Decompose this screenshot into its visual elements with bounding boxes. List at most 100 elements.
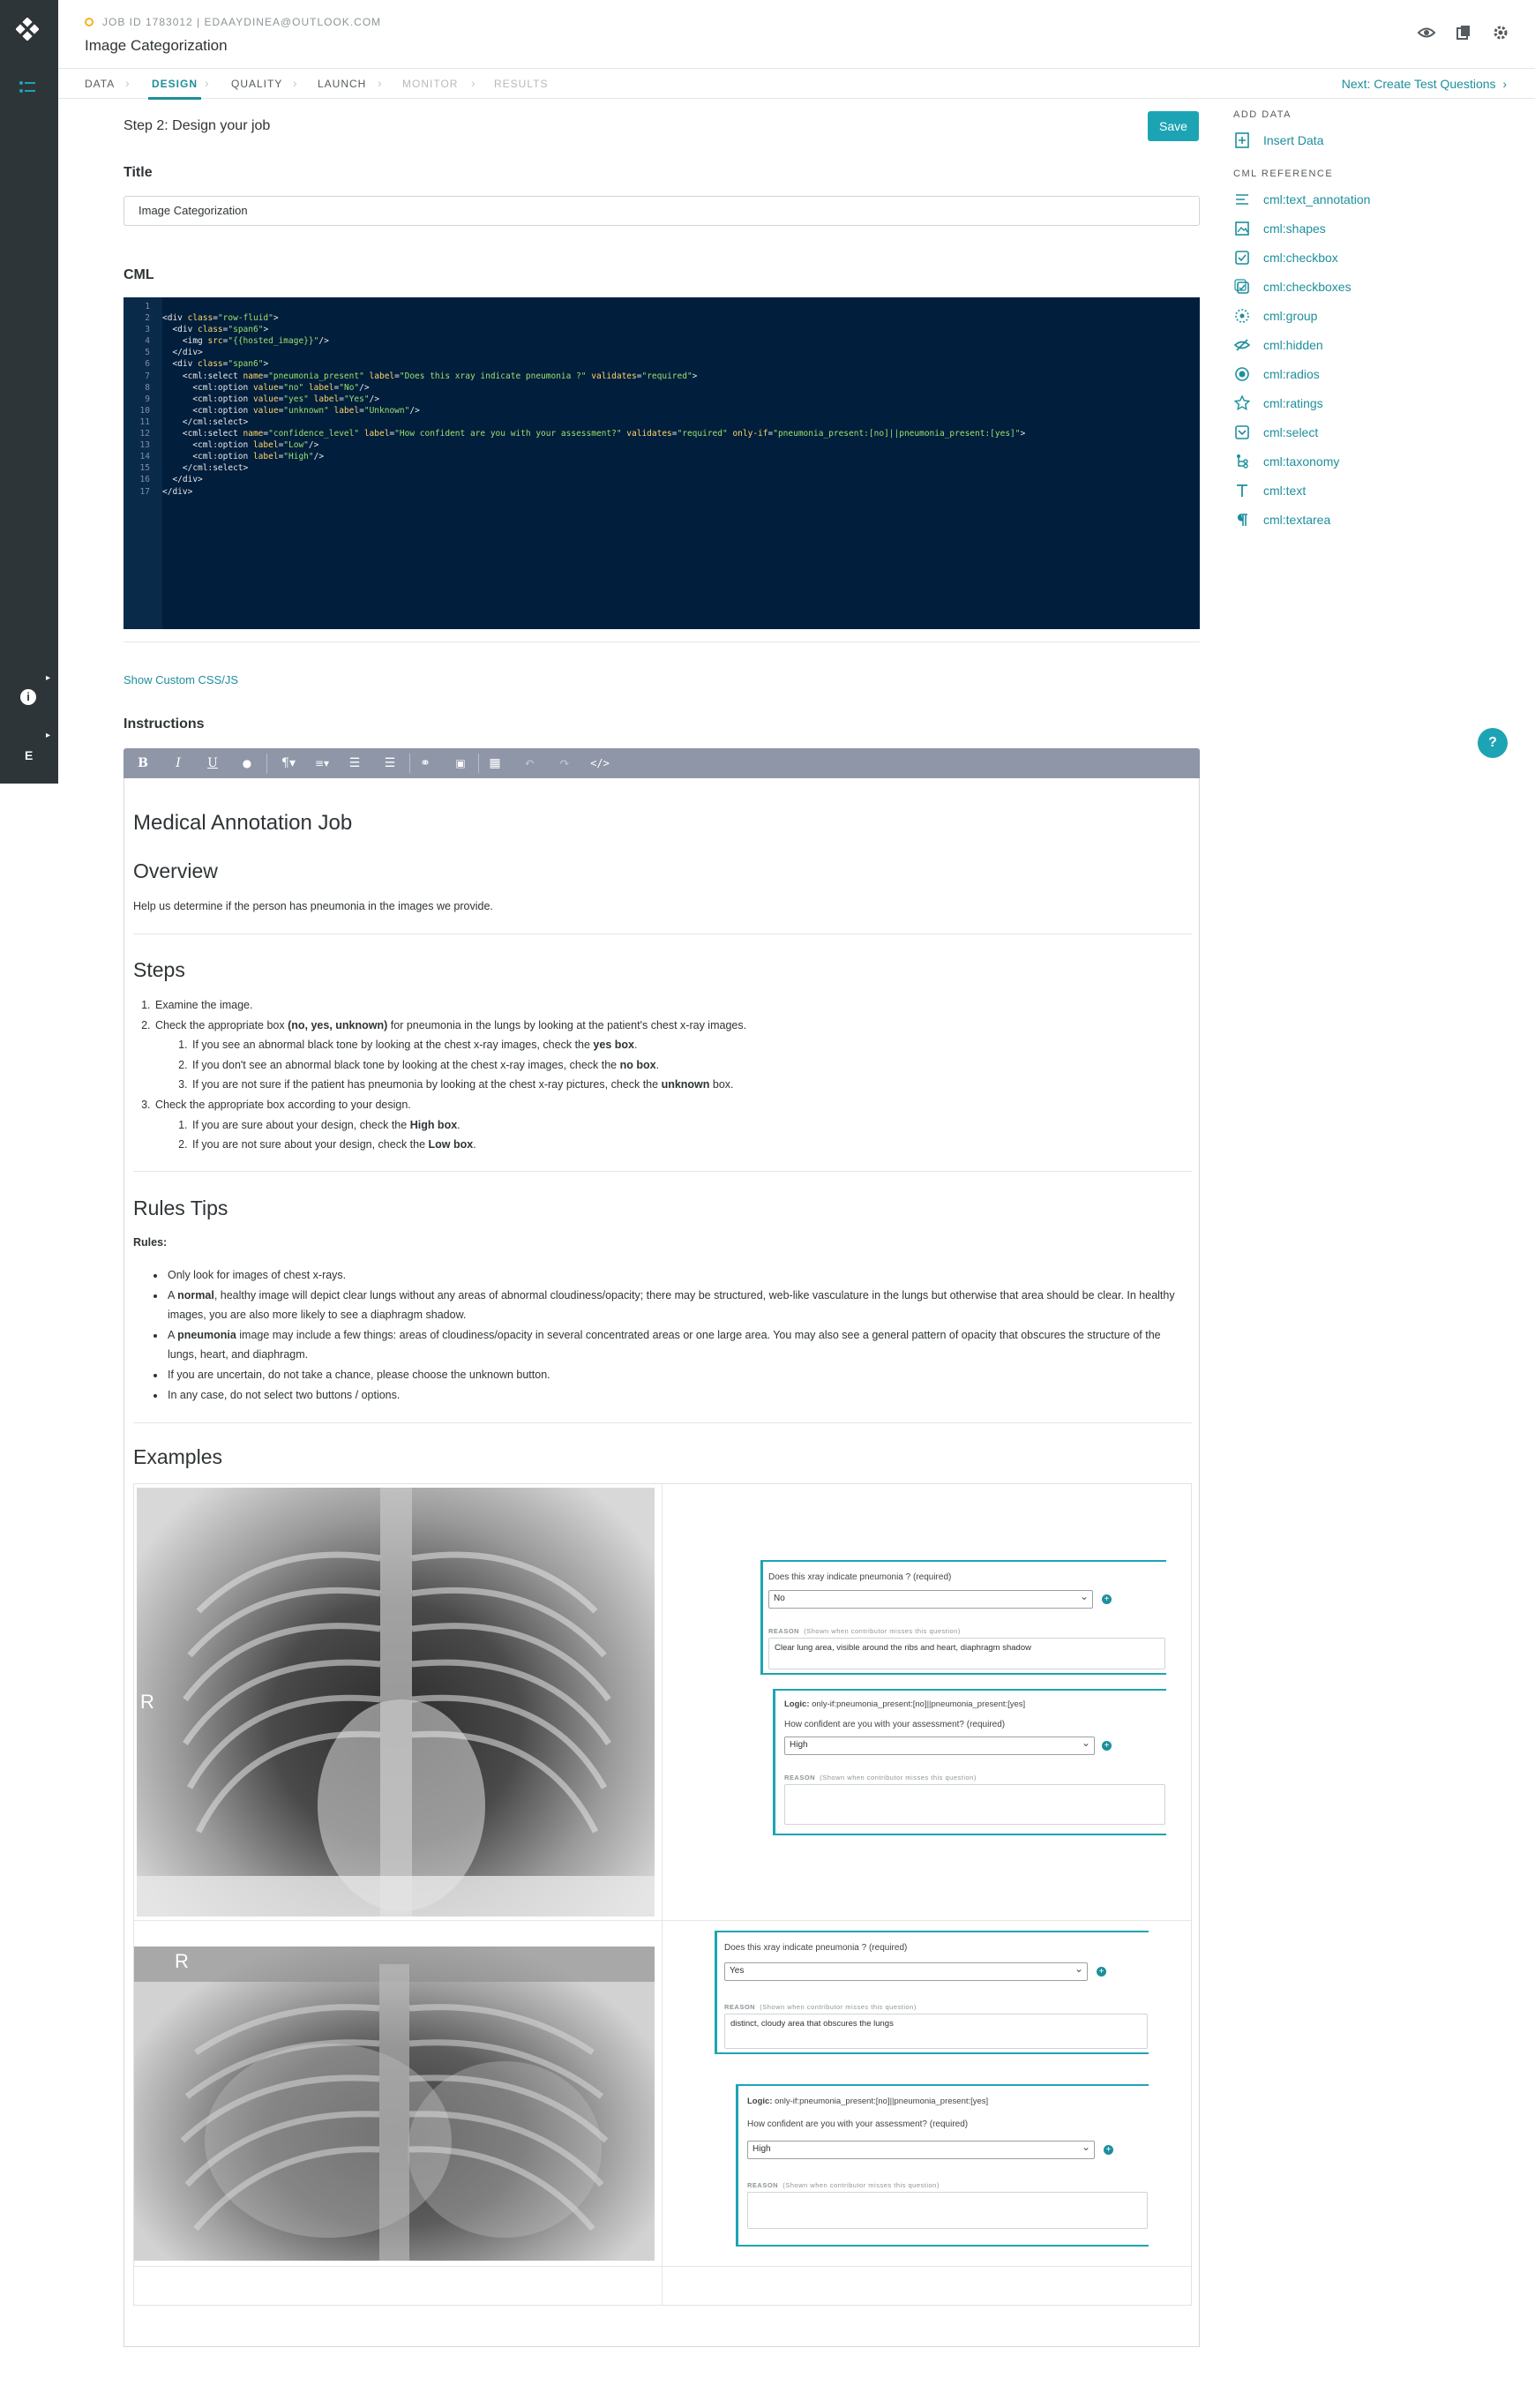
reason-textarea[interactable]: Clear lung area, visible around the ribs… [768,1638,1165,1669]
save-button[interactable]: Save [1148,111,1199,141]
code-line[interactable]: 2 <div class="row-fluid"> [124,312,1025,324]
reason-hint: (Shown when contributor misses this ques… [820,1774,977,1782]
code-line[interactable]: 14 <cml:option label="High"/> [124,451,1025,462]
code-line[interactable]: 10 <cml:option value="unknown" label="Un… [124,405,1025,416]
job-title-input[interactable]: Image Categorization [124,196,1200,226]
show-custom-css-link[interactable]: Show Custom CSS/JS [124,673,238,686]
workflow-tabs: DATA › DESIGN › QUALITY › LAUNCH › MONIT… [58,69,1535,100]
tab-design[interactable]: DESIGN [147,78,202,100]
cml-reference-item[interactable]: cml:textarea [1233,505,1516,534]
cml-reference-item[interactable]: cml:text [1233,476,1516,505]
cml-reference-label: cml:shapes [1263,221,1326,236]
text-icon [1233,482,1251,499]
add-plus-icon[interactable]: + [1097,1967,1106,1977]
cml-reference-label: cml:taxonomy [1263,454,1340,469]
add-plus-icon[interactable]: + [1102,1594,1112,1604]
code-line[interactable]: 3 <div class="span6"> [124,324,1025,335]
user-initial[interactable]: E [25,748,33,762]
cml-code-editor[interactable]: 1 2 <div class="row-fluid"> 3 <div class="s… [124,297,1200,629]
bold-icon[interactable]: B [134,748,152,778]
select-icon [1233,424,1251,441]
cml-reference-item[interactable]: cml:checkbox [1233,243,1516,272]
code-content[interactable]: 1 2 <div class="row-fluid"> 3 <div class="s… [124,301,1026,498]
image-icon[interactable]: ▣ [452,748,469,778]
doc-heading-examples: Examples [133,1445,222,1468]
cml-reference-item[interactable]: cml:select [1233,417,1516,446]
cml-reference-item[interactable]: cml:checkboxes [1233,272,1516,301]
step-text: for pneumonia in the lungs by looking at… [387,1018,747,1031]
preview-eye-icon[interactable] [1417,23,1436,42]
cml-reference-item[interactable]: cml:taxonomy [1233,446,1516,476]
tab-quality[interactable]: QUALITY [231,78,282,90]
add-plus-icon[interactable]: + [1104,2145,1113,2155]
paragraph-format-icon[interactable]: ¶▾ [275,748,302,778]
rules-label: Rules: [133,1236,168,1249]
list-item: If you are not sure about your design, c… [191,1135,1168,1155]
expand-chevron-icon[interactable]: ▸ [46,731,50,740]
cml-reference-item[interactable]: cml:shapes [1233,214,1516,243]
logic-rule: only-if:pneumonia_present:[no]||pneumoni… [772,2097,989,2106]
add-plus-icon[interactable]: + [1102,1741,1112,1751]
step-title: Step 2: Design your job [124,118,271,133]
step-bold: High box [409,1118,458,1131]
reason-hint: (Shown when contributor misses this ques… [760,2003,917,2011]
tab-data[interactable]: DATA [85,78,115,90]
cml-reference-item[interactable]: cml:hidden [1233,330,1516,359]
align-icon[interactable]: ≡▾ [309,748,335,778]
undo-icon[interactable]: ↶ [520,748,538,778]
italic-icon[interactable]: I [169,748,187,778]
answer-select[interactable]: High [784,1737,1095,1755]
app-logo-icon[interactable] [16,18,39,41]
list-item: A pneumonia image may include a few thin… [166,1325,1189,1365]
code-line[interactable]: 5 </div> [124,347,1025,358]
code-view-icon[interactable]: </> [589,748,610,778]
color-drop-icon[interactable]: ● [238,748,256,778]
answer-select[interactable]: Yes [724,1962,1088,1981]
underline-icon[interactable]: U [204,748,221,778]
code-line[interactable]: 13 <cml:option label="Low"/> [124,439,1025,451]
reason-textarea[interactable]: distinct, cloudy area that obscures the … [724,2014,1148,2049]
code-line[interactable]: 8 <cml:option value="no" label="No"/> [124,382,1025,394]
ordered-list-icon[interactable]: ☰ [346,748,363,778]
gear-icon[interactable] [1491,23,1510,42]
info-icon[interactable]: i [20,689,36,705]
answer-select[interactable]: High [747,2141,1095,2159]
code-line[interactable]: 7 <cml:select name="pneumonia_present" l… [124,371,1025,382]
jobs-list-icon[interactable] [18,78,37,97]
next-step-link[interactable]: Next: Create Test Questions › [1342,77,1507,91]
code-line[interactable]: 17 </div> [124,486,1025,498]
code-line[interactable]: 16 </div> [124,474,1025,485]
cml-reference-item[interactable]: cml:ratings [1233,388,1516,417]
code-line[interactable]: 6 <div class="span6"> [124,358,1025,370]
rib-cage-graphic [137,1488,655,1917]
redo-icon[interactable]: ↷ [556,748,573,778]
reason-textarea[interactable] [784,1784,1165,1825]
cml-reference-item[interactable]: cml:text_annotation [1233,184,1516,214]
link-icon[interactable]: ⚭ [416,748,434,778]
step-bold: (no, yes, unknown) [288,1018,388,1031]
divider [133,1422,1192,1423]
tab-launch[interactable]: LAUNCH [318,78,366,90]
code-line[interactable]: 9 <cml:option value="yes" label="Yes"/> [124,394,1025,405]
job-id: JOB ID 1783012 | EDAAYDINEA@OUTLOOK.COM [102,16,382,28]
cml-reference-item[interactable]: cml:radios [1233,359,1516,388]
answer-select[interactable]: No [768,1590,1093,1609]
job-title: Image Categorization [85,37,228,54]
cml-reference-item[interactable]: cml:group [1233,301,1516,330]
cml-reference-label: cml:checkboxes [1263,279,1352,294]
help-button[interactable]: ? [1478,728,1508,758]
code-line[interactable]: 12 <cml:select name="confidence_level" l… [124,428,1026,439]
insert-data-button[interactable]: Insert Data [1233,125,1516,154]
code-line[interactable]: 1 [124,301,1025,312]
code-line[interactable]: 11 </cml:select> [124,416,1025,428]
unordered-list-icon[interactable]: ☰ [381,748,399,778]
table-row-divider [134,2266,1191,2267]
code-line[interactable]: 15 </cml:select> [124,462,1025,474]
copy-icon[interactable] [1454,23,1473,42]
code-line[interactable]: 4 <img src="{{hosted_image}}"/> [124,335,1025,347]
cml-reference-label: cml:textarea [1263,512,1331,527]
reason-textarea[interactable] [747,2192,1148,2229]
expand-chevron-icon[interactable]: ▸ [46,673,50,683]
table-icon[interactable]: ▦ [486,748,504,778]
logic-card: Logic: only-if:pneumonia_present:[no]||p… [736,2084,1149,2247]
